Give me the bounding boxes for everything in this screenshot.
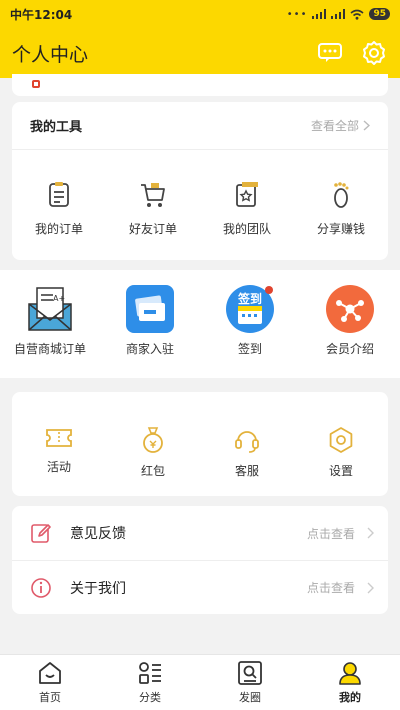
tab-label: 首页: [39, 691, 61, 704]
service-label: 设置: [328, 464, 353, 478]
tab-label: 发圈: [239, 691, 261, 704]
page-title: 个人中心: [12, 43, 89, 66]
list-row-hint: 点击查看: [306, 526, 355, 541]
tab-category[interactable]: 分类: [110, 660, 190, 705]
chevron-right-icon: [363, 120, 370, 131]
peek-card: [12, 74, 388, 96]
status-bar: 中午12:04 ••• 95: [0, 0, 400, 28]
headset-icon: [235, 431, 259, 453]
header: 个人中心: [0, 28, 400, 78]
tools-card-header: 我的工具 查看全部: [12, 102, 388, 150]
redpacket-icon: [143, 427, 163, 453]
strip-merchant-join[interactable]: 商家入驻: [100, 284, 200, 357]
view-all-link[interactable]: 查看全部: [311, 117, 370, 134]
service-activities[interactable]: 活动: [17, 426, 101, 479]
list-row-hint: 点击查看: [306, 581, 355, 595]
service-customer-support[interactable]: 客服: [205, 426, 289, 479]
tool-label: 好友订单: [128, 222, 177, 236]
strip-checkin[interactable]: 签到 签到: [200, 284, 300, 357]
tool-label: 我的订单: [34, 222, 83, 236]
feature-strip: A+ 自营商城订单 商家入驻 签到 签到 会员介绍: [0, 270, 400, 378]
notification-dots: •••: [286, 8, 308, 20]
message-icon[interactable]: [316, 39, 344, 67]
tab-bar: 首页 分类 发圈 我的: [0, 654, 400, 710]
tab-label: 分类: [139, 691, 161, 704]
home-icon: [39, 662, 61, 684]
strip-label: 自营商城订单: [13, 342, 86, 356]
gift-icon: [32, 80, 40, 88]
tab-profile[interactable]: 我的: [310, 660, 390, 705]
tool-my-orders[interactable]: 我的订单: [17, 180, 101, 237]
services-card: 活动 红包 客服 设置: [12, 392, 388, 496]
tab-home[interactable]: 首页: [10, 660, 90, 705]
strip-label: 商家入驻: [125, 342, 174, 356]
strip-label: 签到: [237, 342, 262, 356]
list-card: 意见反馈 点击查看 关于我们 点击查看: [12, 506, 388, 614]
service-label: 客服: [234, 464, 259, 478]
service-label: 活动: [46, 460, 71, 474]
order-icon: [49, 182, 69, 207]
signal-icon: [312, 9, 327, 19]
merchant-icon: [126, 285, 174, 333]
wifi-icon: [350, 9, 364, 20]
tool-label: 我的团队: [222, 222, 271, 236]
top-bar: 中午12:04 ••• 95 个人中心: [0, 0, 400, 78]
tool-share-earn[interactable]: 分享赚钱: [299, 180, 383, 237]
team-icon: [236, 182, 258, 207]
chevron-right-icon: [367, 527, 374, 539]
profile-icon: [339, 662, 361, 685]
edit-icon: [31, 524, 51, 543]
hexagon-icon: [329, 427, 353, 453]
service-settings[interactable]: 设置: [299, 426, 383, 479]
category-icon: [139, 662, 161, 684]
strip-label: 会员介绍: [325, 342, 374, 356]
tool-my-team[interactable]: 我的团队: [205, 180, 289, 237]
tools-card: 我的工具 查看全部 我的订单 好友订单 我的团队 分享赚钱: [12, 102, 388, 260]
strip-self-mall-orders[interactable]: A+ 自营商城订单: [0, 284, 100, 357]
tool-label: 分享赚钱: [316, 222, 365, 236]
checkin-badge-text: 签到: [237, 291, 262, 306]
member-icon: [326, 285, 374, 333]
cart-icon: [141, 183, 165, 207]
tab-label: 我的: [339, 691, 361, 704]
ticket-icon: [46, 429, 72, 447]
gear-icon[interactable]: [360, 39, 388, 67]
service-red-packet[interactable]: 红包: [111, 426, 195, 479]
envelope-icon: A+: [28, 287, 72, 331]
info-icon: [31, 577, 51, 598]
battery-indicator: 95: [369, 8, 390, 20]
status-time: 中午12:04: [10, 7, 73, 22]
signal-icon-2: [331, 9, 346, 19]
list-row-label: 关于我们: [70, 580, 126, 597]
list-row-label: 意见反馈: [70, 526, 126, 542]
svg-text:A+: A+: [53, 294, 65, 303]
moments-icon: [238, 661, 262, 685]
status-indicators: ••• 95: [287, 8, 390, 20]
about-us-row[interactable]: 关于我们 点击查看: [12, 560, 388, 614]
chevron-right-icon: [367, 582, 374, 593]
service-label: 红包: [140, 464, 165, 478]
tools-title: 我的工具: [30, 120, 83, 135]
view-all-label: 查看全部: [310, 119, 359, 133]
tab-moments[interactable]: 发圈: [210, 660, 290, 705]
footprint-icon: [334, 182, 349, 208]
strip-member-intro[interactable]: 会员介绍: [300, 284, 400, 357]
tool-friend-orders[interactable]: 好友订单: [111, 180, 195, 237]
feedback-row[interactable]: 意见反馈 点击查看: [12, 506, 388, 560]
